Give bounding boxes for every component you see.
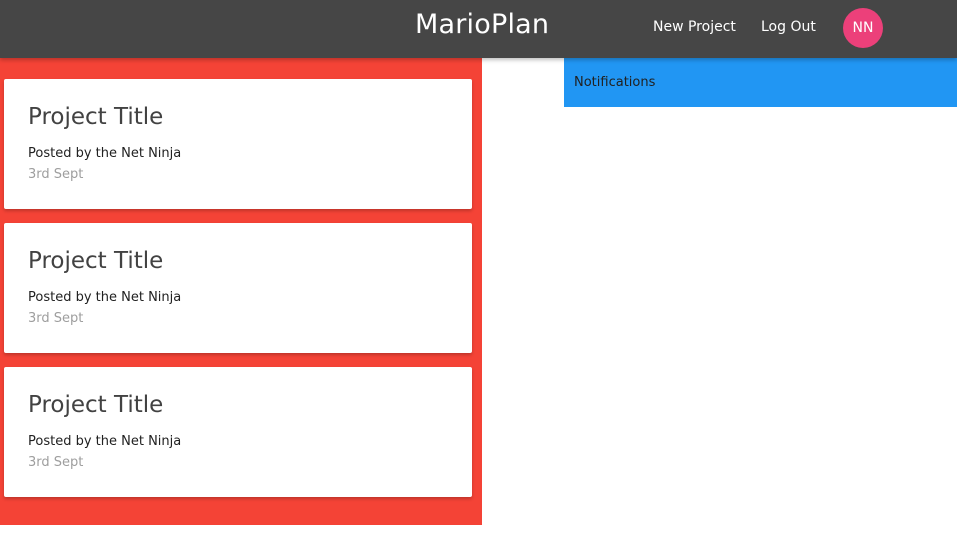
- project-title: Project Title: [28, 248, 164, 274]
- project-author: Posted by the Net Ninja: [28, 434, 182, 449]
- project-author: Posted by the Net Ninja: [28, 146, 182, 161]
- project-author: Posted by the Net Ninja: [28, 290, 182, 305]
- log-out-link[interactable]: Log Out: [761, 19, 816, 35]
- project-card[interactable]: Project Title Posted by the Net Ninja 3r…: [4, 367, 472, 497]
- notifications-title: Notifications: [574, 75, 656, 90]
- project-date: 3rd Sept: [28, 167, 84, 182]
- navbar: MarioPlan New Project Log Out NN: [0, 0, 957, 58]
- user-avatar[interactable]: NN: [843, 8, 883, 48]
- project-date: 3rd Sept: [28, 311, 84, 326]
- project-card[interactable]: Project Title Posted by the Net Ninja 3r…: [4, 79, 472, 209]
- project-title: Project Title: [28, 392, 164, 418]
- notifications-panel: Notifications: [564, 58, 957, 107]
- new-project-link[interactable]: New Project: [653, 19, 736, 35]
- project-list: Project Title Posted by the Net Ninja 3r…: [0, 58, 482, 525]
- project-date: 3rd Sept: [28, 455, 84, 470]
- project-title: Project Title: [28, 104, 164, 130]
- brand-logo[interactable]: MarioPlan: [415, 9, 549, 40]
- project-card[interactable]: Project Title Posted by the Net Ninja 3r…: [4, 223, 472, 353]
